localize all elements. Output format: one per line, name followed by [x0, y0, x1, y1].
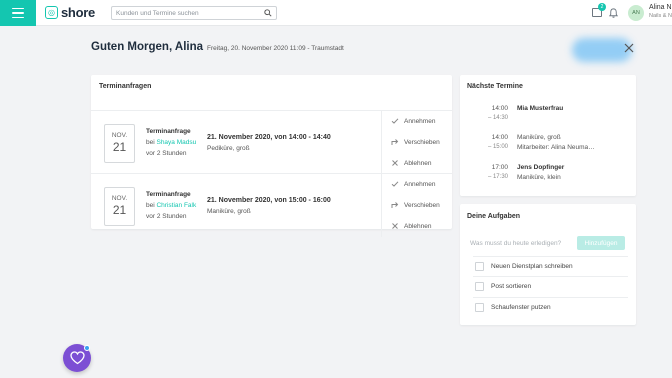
request-month: NOV. [111, 195, 128, 202]
request-by-prefix: bei [146, 202, 157, 209]
hamburger-icon [12, 7, 24, 10]
reschedule-button[interactable]: Verschieben [391, 138, 440, 146]
task-item: Post sortieren [473, 276, 628, 296]
decline-button[interactable]: Ablehnen [391, 222, 431, 230]
request-date-box: NOV. 21 [104, 124, 135, 163]
appointment-start: 17:00 [491, 164, 508, 171]
avatar[interactable]: AN [628, 5, 644, 21]
appointment-start: 14:00 [491, 134, 508, 141]
appointment-line2: Maniküre, klein [517, 174, 561, 181]
task-item: Neuen Dienstplan schreiben [473, 256, 628, 276]
greeting: Guten Morgen, Alina Freitag, 20. Novembe… [91, 41, 344, 53]
accept-button[interactable]: Annehmen [391, 117, 435, 125]
task-checkbox[interactable] [475, 262, 484, 271]
request-label: Terminanfrage [146, 128, 191, 135]
greeting-date: Freitag, 20. November 2020 11:09 - Traum… [207, 45, 344, 52]
request-actions: Annehmen Verschieben Ablehnen [381, 111, 452, 174]
appointment-line2: Mitarbeiter: Alina Neuma… [517, 144, 595, 151]
request-actions: Annehmen Verschieben Ablehnen [381, 174, 452, 237]
status-dot [84, 345, 90, 351]
request-date-box: NOV. 21 [104, 187, 135, 226]
requests-title: Terminanfragen [99, 83, 152, 90]
next-appointments-title: Nächste Termine [467, 83, 523, 90]
notification-badge: 2 [598, 3, 606, 11]
appointment-end: – 14:30 [487, 115, 508, 121]
reschedule-button[interactable]: Verschieben [391, 201, 440, 209]
blurred-decoration [572, 38, 632, 62]
request-row: NOV. 21 Terminanfrage bei Shaya Madsu vo… [91, 110, 452, 174]
request-detail: 21. November 2020, von 14:00 - 14:40 Ped… [207, 132, 331, 154]
heart-icon [69, 351, 85, 365]
reschedule-label: Verschieben [404, 138, 440, 146]
customer-link[interactable]: Christian Falk [156, 202, 196, 209]
request-service: Pediküre, groß [207, 145, 250, 152]
request-ago: vor 2 Stunden [146, 150, 187, 157]
request-ago: vor 2 Stunden [146, 213, 187, 220]
search-icon[interactable] [264, 9, 272, 17]
request-when: 21. November 2020, von 14:00 - 14:40 [207, 134, 331, 141]
check-icon [391, 181, 399, 187]
decline-button[interactable]: Ablehnen [391, 159, 431, 167]
appointment-end: – 15:00 [487, 144, 508, 150]
top-bar: ◎ shore 2 AN Alina N Nails & N [0, 0, 672, 26]
reschedule-label: Verschieben [404, 201, 440, 209]
forward-arrow-icon [391, 139, 399, 145]
add-task-button[interactable]: Hinzufügen [577, 236, 625, 250]
check-icon [391, 118, 399, 124]
task-checkbox[interactable] [475, 282, 484, 291]
appointment-start: 14:00 [491, 105, 508, 112]
logo[interactable]: ◎ shore [45, 5, 95, 20]
accept-label: Annehmen [404, 117, 436, 125]
bell-icon[interactable] [608, 7, 619, 19]
logo-icon: ◎ [45, 6, 58, 19]
search-box [111, 6, 277, 20]
request-day: 21 [112, 203, 127, 217]
request-info: Terminanfrage bei Christian Falk vor 2 S… [146, 189, 196, 222]
user-business: Nails & N [649, 13, 672, 19]
hamburger-line [12, 12, 24, 14]
request-service: Maniküre, groß [207, 208, 251, 215]
appointment-line1: Jens Dopfinger [517, 164, 565, 171]
task-checkbox[interactable] [475, 303, 484, 312]
greeting-title: Guten Morgen, Alina [91, 41, 204, 53]
decline-label: Ablehnen [404, 159, 432, 167]
accept-label: Annehmen [404, 180, 436, 188]
task-label: Schaufenster putzen [491, 304, 551, 311]
task-item: Schaufenster putzen [473, 297, 628, 317]
user-name[interactable]: Alina N [649, 4, 672, 11]
decline-label: Ablehnen [404, 222, 432, 230]
close-icon[interactable] [624, 43, 634, 53]
appointment-end: – 17:30 [487, 174, 508, 180]
tasks-title: Deine Aufgaben [467, 213, 521, 220]
request-day: 21 [112, 140, 127, 154]
task-input[interactable] [470, 237, 575, 250]
menu-button[interactable] [0, 0, 36, 26]
next-appointments-card: Nächste Termine 14:00 – 14:30 Mia Muster… [460, 75, 636, 196]
close-icon [392, 160, 398, 166]
request-by-prefix: bei [146, 139, 157, 146]
task-label: Post sortieren [491, 283, 532, 290]
close-icon [392, 223, 398, 229]
task-label: Neuen Dienstplan schreiben [491, 263, 573, 270]
accept-button[interactable]: Annehmen [391, 180, 435, 188]
appointment-line1: Maniküre, groß [517, 134, 561, 141]
request-when: 21. November 2020, von 15:00 - 16:00 [207, 197, 331, 204]
requests-card: Terminanfragen NOV. 21 Terminanfrage bei… [91, 75, 452, 237]
logo-text: shore [61, 5, 95, 20]
request-detail: 21. November 2020, von 15:00 - 16:00 Man… [207, 195, 331, 217]
tasks-card: Deine Aufgaben Hinzufügen Neuen Dienstpl… [460, 204, 636, 325]
request-label: Terminanfrage [146, 191, 191, 198]
forward-arrow-icon [391, 202, 399, 208]
request-row: NOV. 21 Terminanfrage bei Christian Falk… [91, 173, 452, 237]
customer-link[interactable]: Shaya Madsu [156, 139, 196, 146]
appointment-line1: Mia Musterfrau [517, 105, 564, 112]
search-input[interactable] [116, 7, 261, 19]
request-month: NOV. [111, 132, 128, 139]
request-info: Terminanfrage bei Shaya Madsu vor 2 Stun… [146, 126, 196, 159]
hamburger-line [12, 16, 24, 19]
